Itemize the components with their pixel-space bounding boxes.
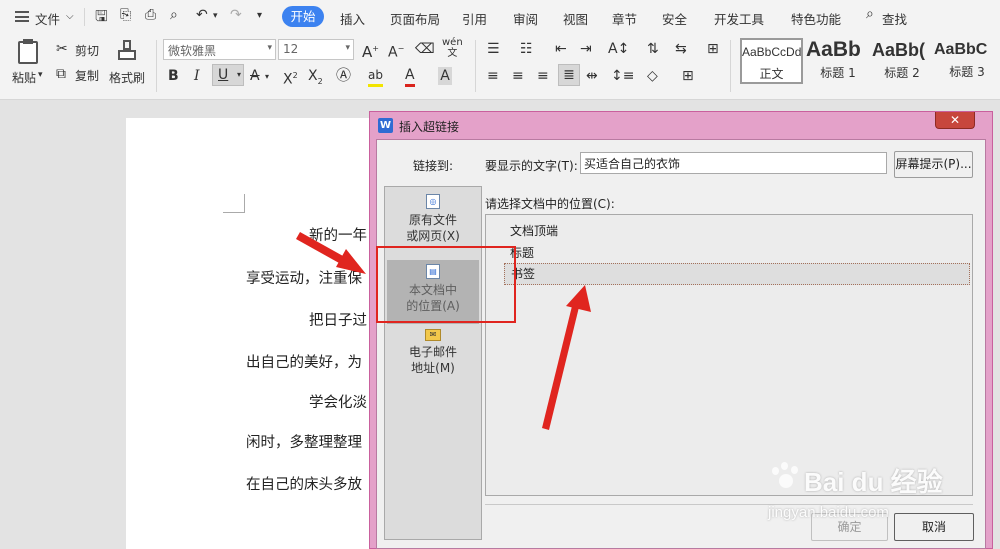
annotation-arrow-up xyxy=(542,285,591,430)
watermark-brand: Bai du 经验 xyxy=(804,467,943,497)
paw-logo xyxy=(770,462,800,492)
watermark-url: jingyan.baidu.com xyxy=(768,504,889,521)
annotation-arrow-left xyxy=(296,232,366,274)
watermark: Bai du 经验 jingyan.baidu.com xyxy=(768,460,950,530)
